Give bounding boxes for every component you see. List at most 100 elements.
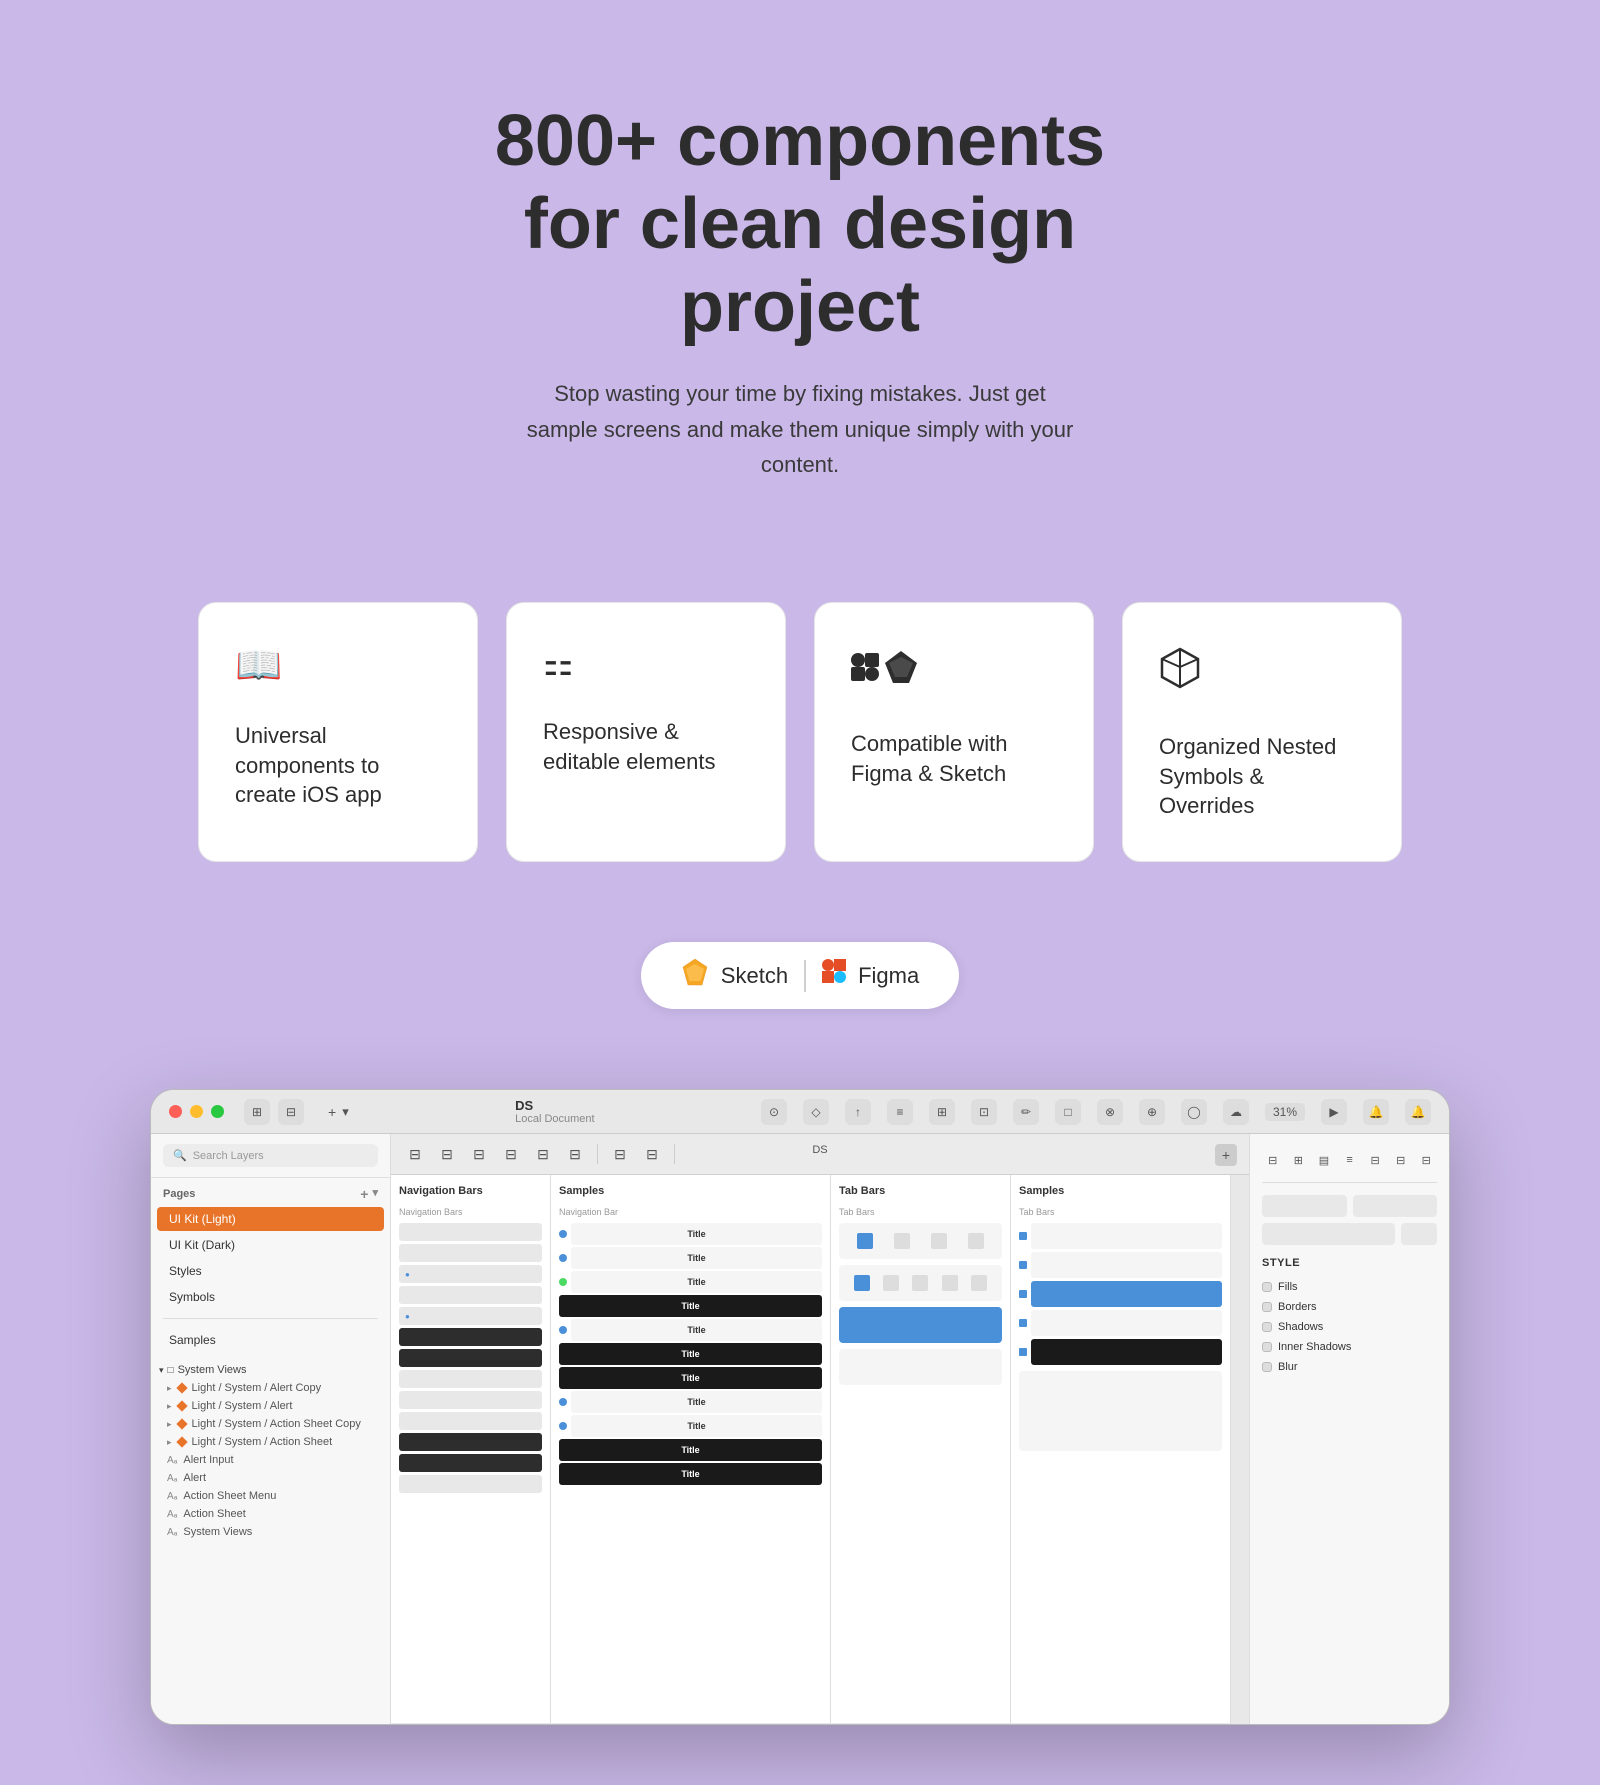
grid-view-icon[interactable]: ⊡ — [971, 1099, 997, 1125]
align-icon[interactable]: ≡ — [887, 1099, 913, 1125]
layer-item-2[interactable]: ▸ Light / System / Action Sheet Copy — [151, 1415, 390, 1433]
mask-icon[interactable]: ⊗ — [1097, 1099, 1123, 1125]
layer-item-0[interactable]: ▸ Light / System / Alert Copy — [151, 1379, 390, 1397]
grid-icon: ⚏ — [543, 647, 749, 681]
pages-add-icon[interactable]: + — [360, 1186, 368, 1202]
tab-sample-large-1 — [1019, 1371, 1222, 1451]
inner-shadows-label: Inner Shadows — [1278, 1341, 1351, 1353]
maximize-dot[interactable] — [211, 1105, 224, 1118]
toolbar-grid-icon[interactable]: ⊞ — [244, 1099, 270, 1125]
layer-item-1[interactable]: ▸ Light / System / Alert — [151, 1397, 390, 1415]
right-panel-icon-1[interactable]: ⊟ — [1262, 1146, 1284, 1174]
layer-item-3[interactable]: ▸ Light / System / Action Sheet — [151, 1433, 390, 1451]
figma-icon — [822, 959, 846, 993]
sample-row-6: Title — [559, 1415, 822, 1437]
canvas-align-middle[interactable]: ⊟ — [529, 1140, 557, 1168]
tab-sample-row-2 — [1019, 1252, 1222, 1278]
layer-icon-6: Aₐ — [167, 1491, 177, 1502]
toolbar-plus-icon[interactable]: + — [328, 1104, 336, 1120]
canvas-align-center[interactable]: ⊟ — [433, 1140, 461, 1168]
layer-item-5[interactable]: Aₐ Alert — [151, 1469, 390, 1487]
play-icon[interactable]: ▶ — [1321, 1099, 1347, 1125]
card-text-compatible: Compatible with Figma & Sketch — [851, 729, 1057, 788]
inspector-icon[interactable]: ⊙ — [761, 1099, 787, 1125]
minimize-dot[interactable] — [190, 1105, 203, 1118]
canvas-distribute-h[interactable]: ⊟ — [606, 1140, 634, 1168]
layer-label-2: Light / System / Action Sheet Copy — [192, 1418, 361, 1430]
hotspot-icon[interactable]: ◯ — [1181, 1099, 1207, 1125]
layer-item-7[interactable]: Aₐ Action Sheet — [151, 1505, 390, 1523]
share-icon[interactable]: 🔔 — [1363, 1099, 1389, 1125]
feature-card-organized: Organized Nested Symbols & Overrides — [1122, 602, 1402, 862]
right-panel-icon-6[interactable]: ⊟ — [1390, 1146, 1412, 1174]
tab-bar-1 — [839, 1223, 1002, 1259]
right-input-3[interactable] — [1262, 1223, 1395, 1245]
sample-row-dark-4: Title — [559, 1439, 822, 1461]
layer-label-5: Alert — [183, 1472, 206, 1484]
feature-card-responsive: ⚏ Responsive & editable elements — [506, 602, 786, 862]
nav-bar-row-10 — [399, 1475, 542, 1493]
right-panel-icon-2[interactable]: ⊞ — [1288, 1146, 1310, 1174]
tools-section: Sketch Figma — [0, 922, 1600, 1089]
samples-title: Samples — [559, 1185, 822, 1197]
page-item-uikit-light[interactable]: UI Kit (Light) — [157, 1207, 384, 1231]
layer-item-8[interactable]: Aₐ System Views — [151, 1523, 390, 1541]
layer-diamond-3 — [176, 1436, 187, 1447]
tab-sample-row-1 — [1019, 1223, 1222, 1249]
close-dot[interactable] — [169, 1105, 182, 1118]
canvas-add-button[interactable]: + — [1215, 1144, 1237, 1166]
canvas-align-right[interactable]: ⊟ — [465, 1140, 493, 1168]
page-item-symbols[interactable]: Symbols — [157, 1285, 384, 1309]
component-icon[interactable]: ◇ — [803, 1099, 829, 1125]
upload-icon[interactable]: ↑ — [845, 1099, 871, 1125]
canvas-align-left[interactable]: ⊟ — [401, 1140, 429, 1168]
titlebar-doc-info: DS Local Document — [361, 1098, 749, 1125]
nav-bar-row-8 — [399, 1391, 542, 1409]
link-icon[interactable]: ⊕ — [1139, 1099, 1165, 1125]
layer-item-6[interactable]: Aₐ Action Sheet Menu — [151, 1487, 390, 1505]
notification-icon[interactable]: 🔔 — [1405, 1099, 1431, 1125]
layer-arrow-2: ▸ — [167, 1419, 172, 1430]
layer-icon-5: Aₐ — [167, 1473, 177, 1484]
right-panel-icon-3[interactable]: ▤ — [1313, 1146, 1335, 1174]
shadows-label: Shadows — [1278, 1321, 1323, 1333]
right-panel-icon-7[interactable]: ⊟ — [1415, 1146, 1437, 1174]
right-panel-icon-5[interactable]: ⊟ — [1364, 1146, 1386, 1174]
page-item-samples[interactable]: Samples — [157, 1328, 384, 1352]
page-item-uikit-dark[interactable]: UI Kit (Dark) — [157, 1233, 384, 1257]
canvas-align-bottom[interactable]: ⊟ — [561, 1140, 589, 1168]
layer-group-system-views[interactable]: ▾ □ System Views — [151, 1361, 390, 1379]
canvas-align-top[interactable]: ⊟ — [497, 1140, 525, 1168]
shapes-icon[interactable]: □ — [1055, 1099, 1081, 1125]
right-input-4[interactable] — [1401, 1223, 1437, 1245]
page-item-styles[interactable]: Styles — [157, 1259, 384, 1283]
layer-label-0: Light / System / Alert Copy — [192, 1382, 322, 1394]
layer-diamond-0 — [176, 1382, 187, 1393]
pages-chevron-icon[interactable]: ▾ — [372, 1186, 378, 1202]
right-panel-icon-4[interactable]: ≡ — [1339, 1146, 1361, 1174]
search-bar[interactable]: 🔍 Search Layers — [163, 1144, 378, 1167]
mac-window: ⊞ ⊟ + ▾ DS Local Document ⊙ ◇ ↑ — [150, 1089, 1450, 1725]
cloud-icon[interactable]: ☁ — [1223, 1099, 1249, 1125]
tab-sample-row-5 — [1019, 1339, 1222, 1365]
layer-diamond-1 — [176, 1400, 187, 1411]
samples-nav-bar-subtitle: Navigation Bar — [559, 1207, 822, 1217]
toolbar-layers-icon[interactable]: ⊟ — [278, 1099, 304, 1125]
zoom-level[interactable]: 31% — [1265, 1103, 1305, 1121]
style-item-blur: Blur — [1262, 1357, 1437, 1377]
tool-pill: Sketch Figma — [641, 942, 959, 1009]
right-input-2[interactable] — [1353, 1195, 1438, 1217]
style-item-fills: Fills — [1262, 1277, 1437, 1297]
pen-icon[interactable]: ✏ — [1013, 1099, 1039, 1125]
layer-item-4[interactable]: Aₐ Alert Input — [151, 1451, 390, 1469]
feature-card-compatible: Compatible with Figma & Sketch — [814, 602, 1094, 862]
layer-diamond-2 — [176, 1418, 187, 1429]
mac-titlebar: ⊞ ⊟ + ▾ DS Local Document ⊙ ◇ ↑ — [151, 1090, 1449, 1134]
scale-icon[interactable]: ⊞ — [929, 1099, 955, 1125]
tool-row: Sketch Figma — [0, 922, 1600, 1089]
toolbar-separator-1 — [597, 1144, 598, 1164]
layer-label-1: Light / System / Alert — [192, 1400, 293, 1412]
sample-row-dark-3: Title — [559, 1367, 822, 1389]
right-input-1[interactable] — [1262, 1195, 1347, 1217]
canvas-distribute-v[interactable]: ⊟ — [638, 1140, 666, 1168]
